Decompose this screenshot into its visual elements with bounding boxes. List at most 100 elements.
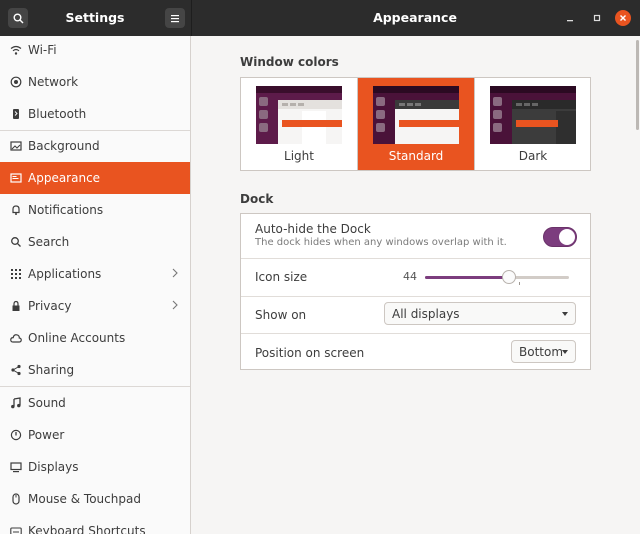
- online-accounts-icon: [8, 330, 24, 346]
- chevron-right-icon: [172, 299, 178, 313]
- icon-size-slider[interactable]: [425, 270, 569, 284]
- sidebar-item-privacy[interactable]: Privacy: [0, 290, 190, 322]
- sidebar-title: Settings: [65, 10, 125, 25]
- row-separator: [241, 296, 590, 297]
- sidebar-item-sharing[interactable]: Sharing: [0, 354, 190, 386]
- sidebar-item-power[interactable]: Power: [0, 419, 190, 451]
- dock-settings-list: Auto-hide the Dock The dock hides when a…: [240, 213, 591, 370]
- background-icon: [8, 138, 24, 154]
- sidebar-item-label: Appearance: [28, 171, 101, 185]
- icon-size-label: Icon size: [255, 270, 308, 284]
- window-color-standard[interactable]: Standard: [358, 78, 474, 170]
- privacy-icon: [8, 298, 24, 314]
- maximize-button[interactable]: [589, 10, 605, 26]
- autohide-toggle[interactable]: [543, 227, 577, 247]
- window-colors-heading: Window colors: [240, 55, 339, 69]
- search-icon: [8, 234, 24, 250]
- sidebar-item-appearance[interactable]: Appearance: [0, 162, 190, 194]
- slider-handle[interactable]: [501, 270, 516, 284]
- sound-icon: [8, 395, 24, 411]
- autohide-label: Auto-hide the Dock: [255, 222, 371, 236]
- sidebar-item-search[interactable]: Search: [0, 226, 190, 258]
- chevron-right-icon: [172, 267, 178, 281]
- sidebar-item-notifications[interactable]: Notifications: [0, 194, 190, 226]
- window-colors-selector: Light Standard Dark: [240, 77, 591, 171]
- sidebar-item-bluetooth[interactable]: Bluetooth: [0, 98, 190, 130]
- light-theme-preview: [256, 86, 342, 144]
- notifications-icon: [8, 202, 24, 218]
- slider-fill: [425, 276, 509, 279]
- sidebar-item-label: Wi-Fi: [28, 43, 57, 57]
- appearance-icon: [8, 170, 24, 186]
- row-separator: [241, 258, 590, 259]
- standard-theme-preview: [373, 86, 459, 144]
- autohide-row: Auto-hide the Dock The dock hides when a…: [241, 214, 590, 258]
- bluetooth-icon: [8, 106, 24, 122]
- keyboard-icon: [8, 523, 24, 534]
- toggle-knob: [559, 229, 575, 245]
- menu-button[interactable]: [165, 8, 185, 28]
- position-label: Position on screen: [255, 346, 365, 360]
- sidebar-item-label: Applications: [28, 267, 102, 281]
- search-button[interactable]: [8, 8, 28, 28]
- show-on-dropdown[interactable]: All displays: [384, 302, 576, 325]
- sidebar-item-label: Search: [28, 235, 70, 249]
- sidebar-item-label: Background: [28, 139, 100, 153]
- chevron-down-icon: [562, 350, 568, 354]
- show-on-label: Show on: [255, 308, 307, 322]
- position-dropdown[interactable]: Bottom: [511, 340, 576, 363]
- applications-icon: [8, 266, 24, 282]
- dark-label: Dark: [518, 149, 548, 163]
- sidebar-item-label: Power: [28, 428, 65, 442]
- sidebar-item-label: Mouse & Touchpad: [28, 492, 141, 506]
- row-separator: [241, 333, 590, 334]
- sidebar-item-label: Keyboard Shortcuts: [28, 524, 146, 534]
- sidebar-item-applications[interactable]: Applications: [0, 258, 190, 290]
- sidebar-item-online-accounts[interactable]: Online Accounts: [0, 322, 190, 354]
- sidebar-item-label: Bluetooth: [28, 107, 87, 121]
- maximize-icon: [593, 14, 601, 22]
- close-icon: [620, 15, 626, 21]
- sidebar-item-label: Sharing: [28, 363, 75, 377]
- title-bar: Settings Appearance: [0, 0, 640, 36]
- sidebar-item-background[interactable]: Background: [0, 130, 190, 162]
- window-color-dark[interactable]: Dark: [475, 78, 591, 170]
- scrollbar[interactable]: [636, 40, 639, 130]
- show-on-value: All displays: [392, 306, 460, 321]
- close-button[interactable]: [615, 10, 631, 26]
- mouse-icon: [8, 491, 24, 507]
- minimize-icon: [567, 20, 573, 22]
- power-icon: [8, 427, 24, 443]
- wifi-icon: [8, 42, 24, 58]
- sidebar: Wi-Fi Network Bluetooth Background Appea…: [0, 36, 191, 534]
- sidebar-item-label: Network: [28, 75, 79, 89]
- sidebar-item-mouse-touchpad[interactable]: Mouse & Touchpad: [0, 483, 190, 515]
- icon-size-value: 44: [403, 270, 417, 283]
- sidebar-item-keyboard-shortcuts[interactable]: Keyboard Shortcuts: [0, 515, 190, 534]
- sidebar-item-label: Notifications: [28, 203, 104, 217]
- search-icon: [13, 13, 23, 23]
- sidebar-item-label: Online Accounts: [28, 331, 126, 345]
- chevron-down-icon: [562, 312, 568, 316]
- dock-heading: Dock: [240, 192, 274, 206]
- displays-icon: [8, 459, 24, 475]
- standard-label: Standard: [388, 149, 444, 163]
- sidebar-item-label: Sound: [28, 396, 66, 410]
- appearance-panel: Window colors Light Standard Dark Dock A…: [192, 36, 640, 534]
- sidebar-item-sound[interactable]: Sound: [0, 387, 190, 419]
- sidebar-item-label: Displays: [28, 460, 79, 474]
- sidebar-item-network[interactable]: Network: [0, 66, 190, 98]
- sidebar-item-label: Privacy: [28, 299, 72, 313]
- minimize-button[interactable]: [562, 10, 578, 26]
- light-label: Light: [284, 149, 314, 163]
- dark-theme-preview: [490, 86, 576, 144]
- sidebar-item-wifi[interactable]: Wi-Fi: [0, 36, 190, 66]
- autohide-description: The dock hides when any windows overlap …: [255, 237, 507, 248]
- window-color-light[interactable]: Light: [241, 78, 357, 170]
- slider-tick-mark: [519, 282, 520, 285]
- hamburger-icon: [171, 14, 179, 22]
- sidebar-item-displays[interactable]: Displays: [0, 451, 190, 483]
- network-icon: [8, 74, 24, 90]
- position-value: Bottom: [519, 344, 564, 359]
- sharing-icon: [8, 362, 24, 378]
